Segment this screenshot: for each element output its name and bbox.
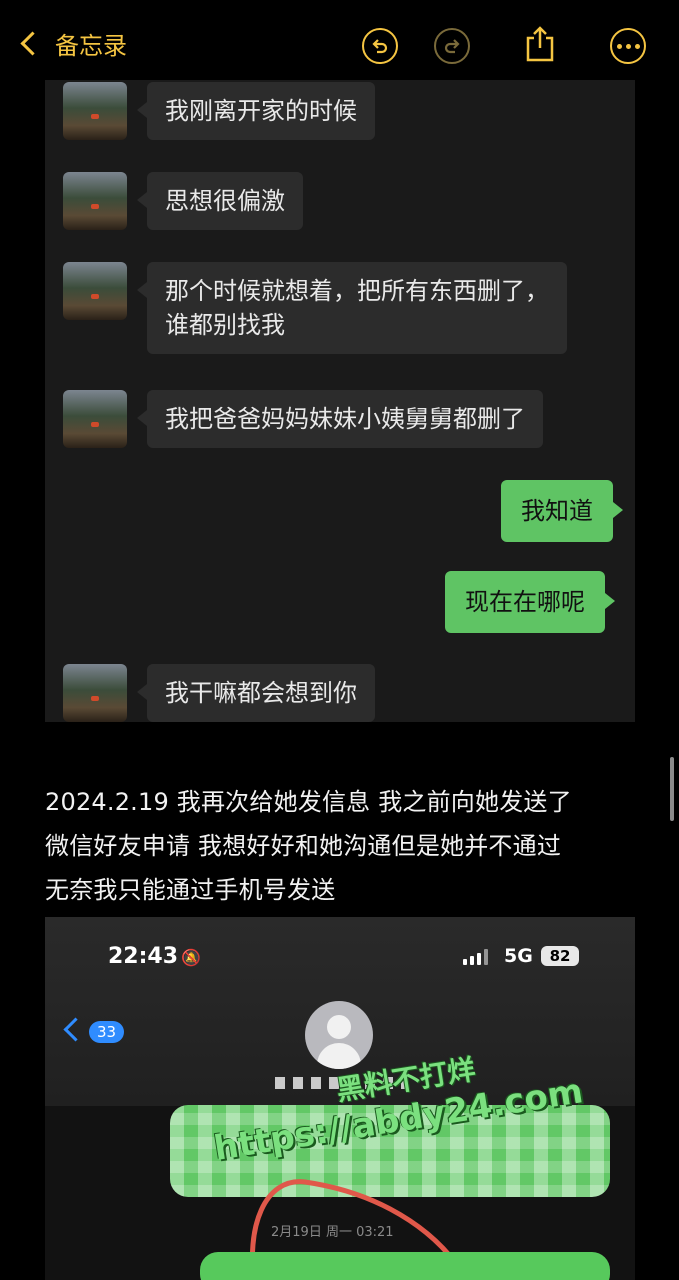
status-time: 22:43	[108, 944, 179, 969]
avatar	[63, 390, 127, 448]
more-icon	[616, 43, 640, 49]
chat-message: 我刚离开家的时候	[63, 82, 375, 140]
my-message-bubble: 现在在哪呢	[445, 571, 615, 633]
sms-bubble-redacted	[200, 1252, 610, 1280]
message-bubble: 我把爸爸妈妈妹妹小姨舅舅都删了	[137, 390, 543, 448]
message-bubble: 思想很偏激	[137, 172, 303, 230]
message-line: 谁都别找我	[165, 311, 285, 339]
chevron-left-icon	[20, 31, 45, 56]
undo-button[interactable]	[362, 28, 398, 64]
chat-message: 我干嘛都会想到你	[63, 664, 375, 722]
message-timestamp: 2月19日 周一 03:21	[271, 1225, 394, 1240]
note-line: 2024.2.19 我再次给她发信息 我之前向她发送了	[45, 788, 572, 816]
avatar	[63, 172, 127, 230]
unread-badge: 33	[89, 1021, 125, 1043]
chat-screenshot: 我刚离开家的时候 思想很偏激 那个时候就想着，把所有东西删了， 谁都别找我 我把…	[45, 80, 635, 722]
share-icon	[526, 26, 554, 62]
chat-message: 那个时候就想着，把所有东西删了， 谁都别找我	[63, 262, 567, 354]
message-bubble: 我干嘛都会想到你	[137, 664, 375, 722]
scrollbar[interactable]	[670, 757, 674, 821]
my-message-bubble: 我知道	[501, 480, 623, 542]
chat-message: 我把爸爸妈妈妹妹小姨舅舅都删了	[63, 390, 543, 448]
bell-slash-icon: 🔕	[181, 948, 201, 967]
chevron-left-icon	[63, 1017, 88, 1042]
back-label: 备忘录	[55, 32, 127, 60]
avatar	[63, 262, 127, 320]
notes-toolbar: 备忘录	[0, 0, 679, 80]
message-bubble: 那个时候就想着，把所有东西删了， 谁都别找我	[137, 262, 567, 354]
message-bubble: 我刚离开家的时候	[137, 82, 375, 140]
undo-icon	[372, 39, 388, 54]
note-body[interactable]: 2024.2.19 我再次给她发信息 我之前向她发送了 微信好友申请 我想好好和…	[45, 780, 645, 912]
share-button[interactable]	[523, 26, 557, 62]
contact-avatar	[305, 1001, 373, 1069]
chat-message: 思想很偏激	[63, 172, 303, 230]
message-line: 那个时候就想着，把所有东西删了，	[165, 277, 549, 305]
more-button[interactable]	[610, 28, 646, 64]
signal-icon	[463, 949, 488, 965]
note-line: 微信好友申请 我想好好和她沟通但是她并不通过	[45, 832, 562, 860]
redo-button[interactable]	[434, 28, 470, 64]
network-type: 5G	[504, 945, 533, 967]
avatar	[63, 82, 127, 140]
avatar	[63, 664, 127, 722]
battery-icon: 82	[541, 946, 579, 966]
back-button[interactable]: 备忘录	[18, 26, 127, 61]
note-line: 无奈我只能通过手机号发送	[45, 876, 336, 904]
redo-icon	[444, 39, 460, 54]
